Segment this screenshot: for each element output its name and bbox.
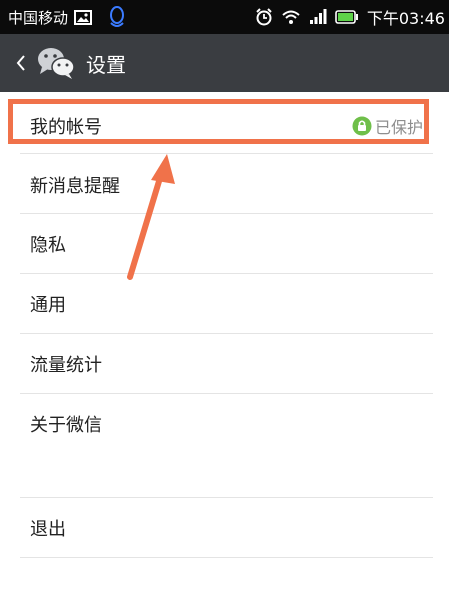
lock-icon [352,116,372,136]
settings-item-data-usage[interactable]: 流量统计 [0,334,449,394]
logout-button[interactable]: 退出 [0,498,449,558]
alarm-icon [255,8,273,26]
qq-penguin-icon [108,5,126,29]
logout-label: 退出 [30,519,66,540]
wifi-icon [281,9,301,25]
settings-item-label: 隐私 [30,235,66,256]
settings-item-label: 我的帐号 [30,117,102,138]
status-bar: 中国移动 下午03:46 [0,0,449,34]
settings-item-privacy[interactable]: 隐私 [0,214,449,274]
settings-item-label: 流量统计 [30,355,102,376]
settings-item-general[interactable]: 通用 [0,274,449,334]
settings-item-label: 关于微信 [30,415,102,436]
page-title: 设置 [86,52,126,77]
protected-label: 已保护 [374,118,423,137]
battery-icon [335,10,359,24]
image-icon [74,9,93,25]
chevron-left-icon[interactable] [12,48,30,78]
divider [20,557,433,558]
settings-item-label: 通用 [30,295,66,316]
title-bar: 设置 [0,34,449,92]
protected-badge: 已保护 [352,114,423,138]
status-time: 下午03:46 [366,9,445,28]
carrier-name: 中国移动 [8,8,69,27]
divider [20,153,433,154]
settings-item-account[interactable]: 我的帐号 已保护 [0,96,449,156]
signal-icon [309,9,327,25]
settings-item-about[interactable]: 关于微信 [0,394,449,454]
wechat-logo-icon [36,46,76,80]
settings-item-label: 新消息提醒 [30,176,120,197]
settings-item-notifications[interactable]: 新消息提醒 [0,155,449,215]
